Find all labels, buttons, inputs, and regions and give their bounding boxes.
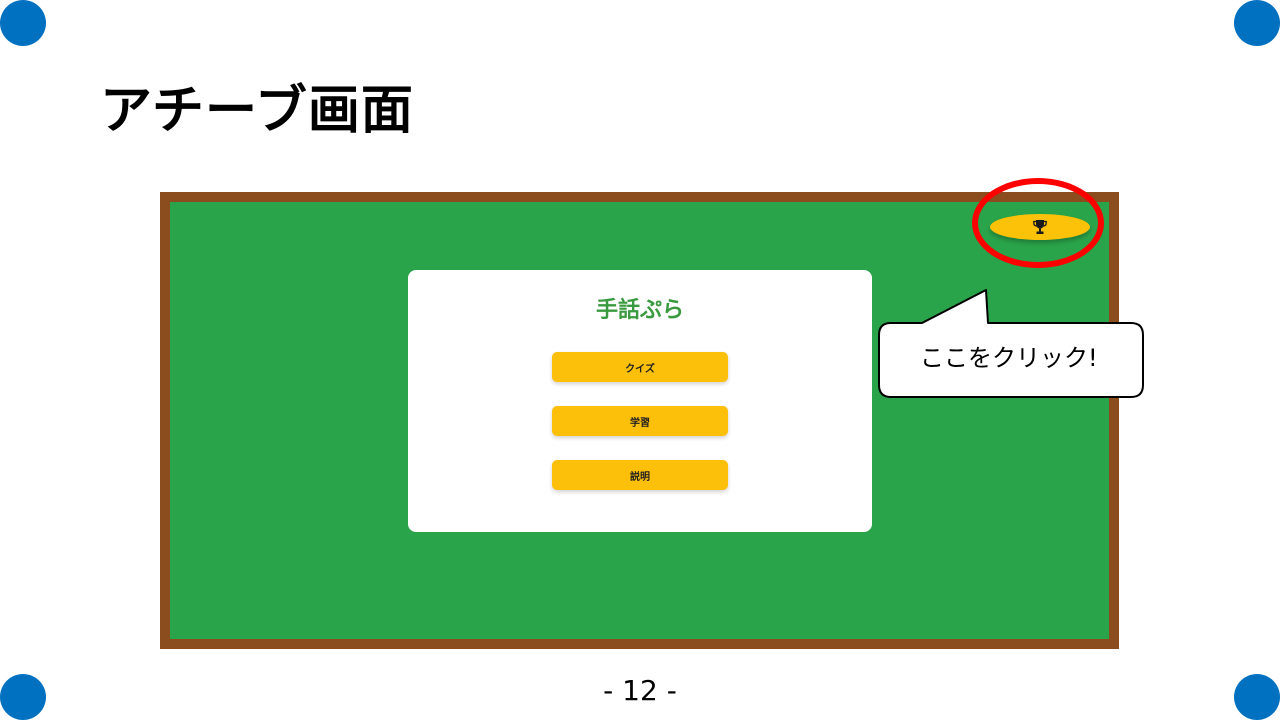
quiz-button[interactable]: クイズ — [552, 352, 728, 382]
help-button[interactable]: 説明 — [552, 460, 728, 490]
main-menu-card: 手話ぷら クイズ 学習 説明 — [408, 270, 872, 532]
corner-dot-top-right — [1234, 0, 1280, 46]
page-number: - 12 - — [603, 674, 677, 707]
slide-title: アチーブ画面 — [100, 81, 414, 141]
corner-dot-top-left — [0, 0, 46, 46]
app-title: 手話ぷら — [595, 298, 684, 323]
highlight-ring — [972, 178, 1104, 268]
callout-text: ここをクリック! — [920, 344, 1098, 372]
study-button[interactable]: 学習 — [552, 406, 728, 436]
